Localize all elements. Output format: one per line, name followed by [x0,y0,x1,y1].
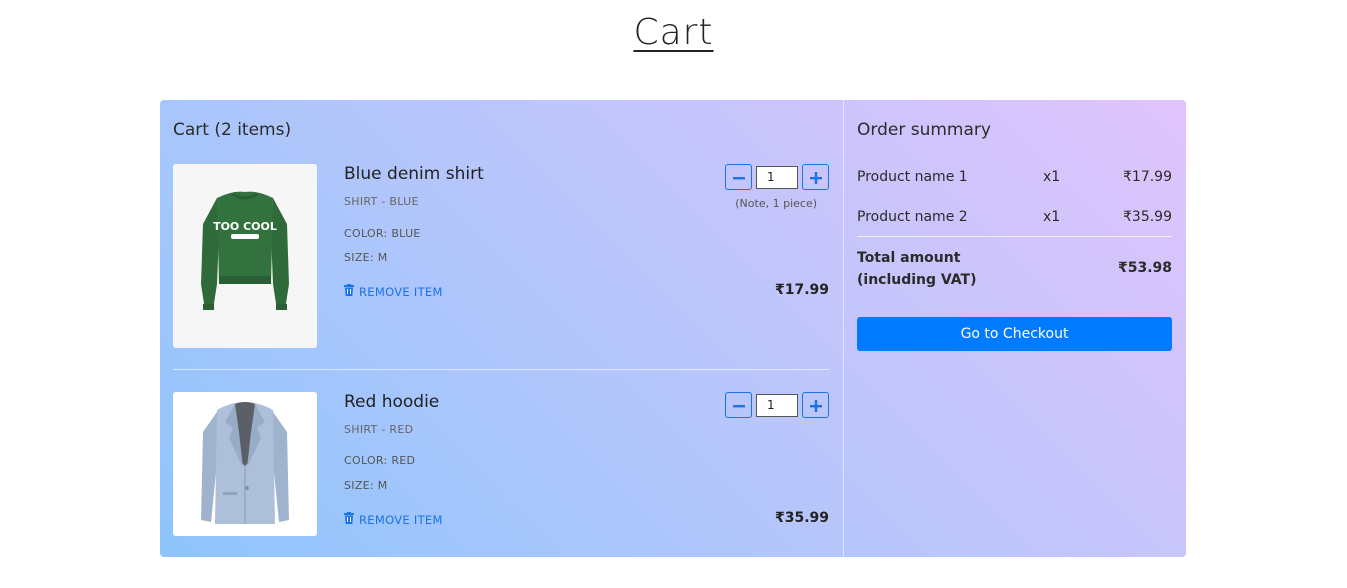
column-divider [843,100,844,557]
summary-row: Product name 1 x1 ₹17.99 [857,169,1172,189]
cart-item: TOO COOL Blue denim shirt SHIRT - BLUE C… [173,164,829,348]
summary-product-name: Product name 2 [857,209,968,225]
plus-icon [809,167,822,187]
summary-product-price: ₹35.99 [1123,209,1172,225]
increase-quantity-button[interactable] [802,392,829,418]
summary-divider [857,236,1172,237]
increase-quantity-button[interactable] [802,164,829,190]
total-label-line1: Total amount [857,250,961,266]
quantity-input[interactable] [756,165,798,189]
cart-heading: Cart (2 items) [173,120,292,140]
item-color: COLOR: RED [344,454,416,467]
summary-product-qty: x1 [1043,209,1061,225]
remove-item-label: REMOVE ITEM [359,284,443,299]
trash-icon [344,284,354,299]
item-subtitle: SHIRT - BLUE [344,195,419,208]
product-image-sweatshirt[interactable]: TOO COOL [173,164,317,348]
item-name: Blue denim shirt [344,164,484,184]
item-price: ₹17.99 [774,282,829,298]
item-subtitle: SHIRT - RED [344,423,414,436]
remove-item-label: REMOVE ITEM [359,512,443,527]
total-amount-value: ₹53.98 [1117,260,1172,276]
item-name: Red hoodie [344,392,440,412]
item-size: SIZE: M [344,479,388,492]
product-image-blazer[interactable] [173,392,317,536]
svg-text:TOO COOL: TOO COOL [213,220,277,233]
total-label-line2: (including VAT) [857,272,977,288]
summary-product-price: ₹17.99 [1123,169,1172,185]
item-price: ₹35.99 [774,510,829,526]
minus-icon [732,395,745,415]
item-color: COLOR: BLUE [344,227,421,240]
page-title: Cart [633,12,714,53]
minus-icon [732,167,745,187]
summary-product-name: Product name 1 [857,169,968,185]
cart-item: Red hoodie SHIRT - RED COLOR: RED SIZE: … [173,392,829,536]
total-amount-label: Total amount (including VAT) [857,247,1007,291]
checkout-button[interactable]: Go to Checkout [857,317,1172,351]
item-size: SIZE: M [344,251,388,264]
decrease-quantity-button[interactable] [725,164,752,190]
summary-row: Product name 2 x1 ₹35.99 [857,209,1172,229]
plus-icon [809,395,822,415]
quantity-input[interactable] [756,393,798,417]
remove-item-button[interactable]: REMOVE ITEM [344,284,443,299]
decrease-quantity-button[interactable] [725,392,752,418]
quantity-stepper [725,392,829,418]
cart-container: Cart (2 items) TOO COOL Blue denim shirt… [160,100,1186,557]
trash-icon [344,512,354,527]
quantity-stepper [725,164,829,190]
summary-product-qty: x1 [1043,169,1061,185]
item-divider [173,369,829,370]
remove-item-button[interactable]: REMOVE ITEM [344,512,443,527]
quantity-note: (Note, 1 piece) [735,197,817,210]
order-summary-heading: Order summary [857,120,991,140]
